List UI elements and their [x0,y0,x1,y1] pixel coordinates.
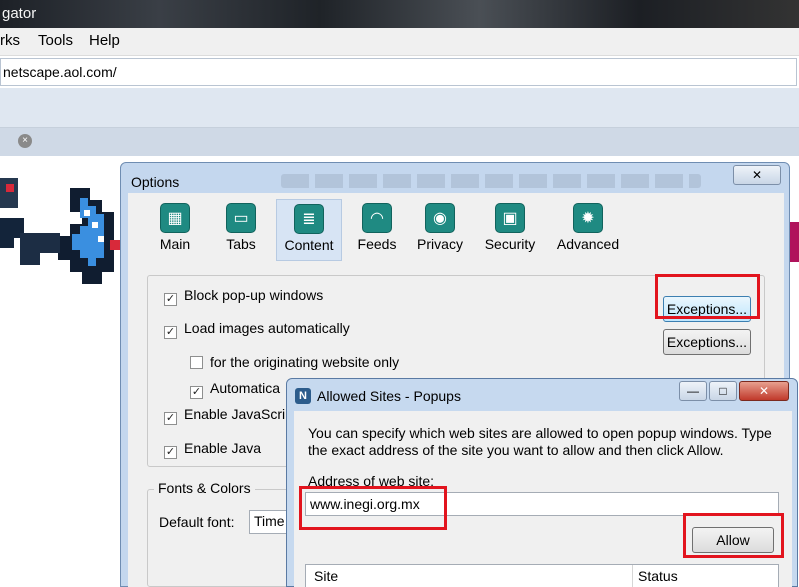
tab-privacy[interactable]: ◉ Privacy [412,199,468,261]
automatically-checkbox[interactable]: ✓ [190,386,203,399]
load-images-row[interactable]: ✓ Load images automatically [164,320,350,339]
default-font-label: Default font: [159,514,235,530]
allowed-sites-description: You can specify which web sites are allo… [308,425,772,458]
main-icon: ▦ [160,203,190,233]
toolbar-band [0,88,799,128]
content-icon: ≣ [294,204,324,234]
browser-title-bar: gator [0,0,799,28]
allowed-close-button[interactable]: ✕ [739,381,789,401]
column-site[interactable]: Site [314,568,338,584]
enable-javascript-label: Enable JavaScript [184,406,297,422]
enable-java-label: Enable Java [184,440,262,456]
load-images-checkbox[interactable]: ✓ [164,326,177,339]
highlight-address-box [299,486,447,530]
tab-privacy-label: Privacy [417,236,463,252]
highlight-allow-box [683,513,784,558]
enable-javascript-checkbox[interactable]: ✓ [164,412,177,425]
maximize-button[interactable]: □ [709,381,737,401]
default-font-row: Default font: [159,514,235,532]
tab-strip [0,128,799,156]
close-icon: ✕ [758,384,770,398]
tab-advanced-label: Advanced [556,236,620,252]
minimize-button[interactable]: — [679,381,707,401]
block-popups-row[interactable]: ✓ Block pop-up windows [164,287,324,306]
enable-javascript-row[interactable]: ✓ Enable JavaScript [164,406,297,425]
originating-site-label: for the originating website only [210,354,400,370]
close-icon: ✕ [751,168,763,182]
tab-security[interactable]: ▣ Security [478,199,542,261]
minimize-icon: — [687,384,699,398]
options-close-button[interactable]: ✕ [733,165,781,185]
menu-bookmarks[interactable]: rks [0,32,20,49]
menu-help[interactable]: Help [89,32,120,49]
tab-feeds-label: Feeds [357,236,397,252]
column-divider [632,565,633,587]
netscape-logo-icon: N [295,388,311,404]
automatically-label: Automatica [210,380,281,396]
feeds-icon: ◠ [362,203,392,233]
address-bar-url: netscape.aol.com/ [3,64,117,80]
site-logo-art [0,178,120,284]
load-images-label: Load images automatically [184,320,350,336]
originating-site-checkbox[interactable] [190,356,203,369]
maximize-icon: □ [719,384,727,398]
privacy-icon: ◉ [425,203,455,233]
address-bar[interactable]: netscape.aol.com/ [0,58,797,86]
options-title: Options [131,174,180,190]
column-status[interactable]: Status [638,568,678,584]
block-popups-checkbox[interactable]: ✓ [164,293,177,306]
fonts-colors-legend: Fonts & Colors [154,480,255,496]
enable-java-row[interactable]: ✓ Enable Java [164,440,262,459]
background-promo-ghost [281,174,701,188]
browser-title-text: gator [2,5,37,22]
highlight-exceptions-box [655,274,760,319]
tab-content-label: Content [284,237,334,253]
tab-security-label: Security [484,236,536,252]
security-icon: ▣ [495,203,525,233]
tab-advanced[interactable]: ✹ Advanced [552,199,624,261]
tab-close-icon[interactable]: × [18,134,32,148]
page-accent-strip [790,222,799,262]
allowed-sites-title: Allowed Sites - Popups [317,388,461,404]
tab-tabs-label: Tabs [226,236,256,252]
originating-site-row[interactable]: for the originating website only [190,354,399,372]
menu-tools[interactable]: Tools [38,32,73,49]
advanced-icon: ✹ [573,203,603,233]
tab-main[interactable]: ▦ Main [150,199,200,261]
tabs-icon: ▭ [226,203,256,233]
tab-main-label: Main [159,236,191,252]
automatically-row[interactable]: ✓ Automatica [190,380,281,399]
block-popups-label: Block pop-up windows [184,287,324,303]
tab-tabs[interactable]: ▭ Tabs [216,199,266,261]
browser-menubar: rks Tools Help [0,28,799,56]
enable-java-checkbox[interactable]: ✓ [164,446,177,459]
sites-list-header: Site Status [305,564,779,587]
tab-content[interactable]: ≣ Content [276,199,342,261]
tab-feeds[interactable]: ◠ Feeds [352,199,402,261]
image-exceptions-button[interactable]: Exceptions... [663,329,751,355]
